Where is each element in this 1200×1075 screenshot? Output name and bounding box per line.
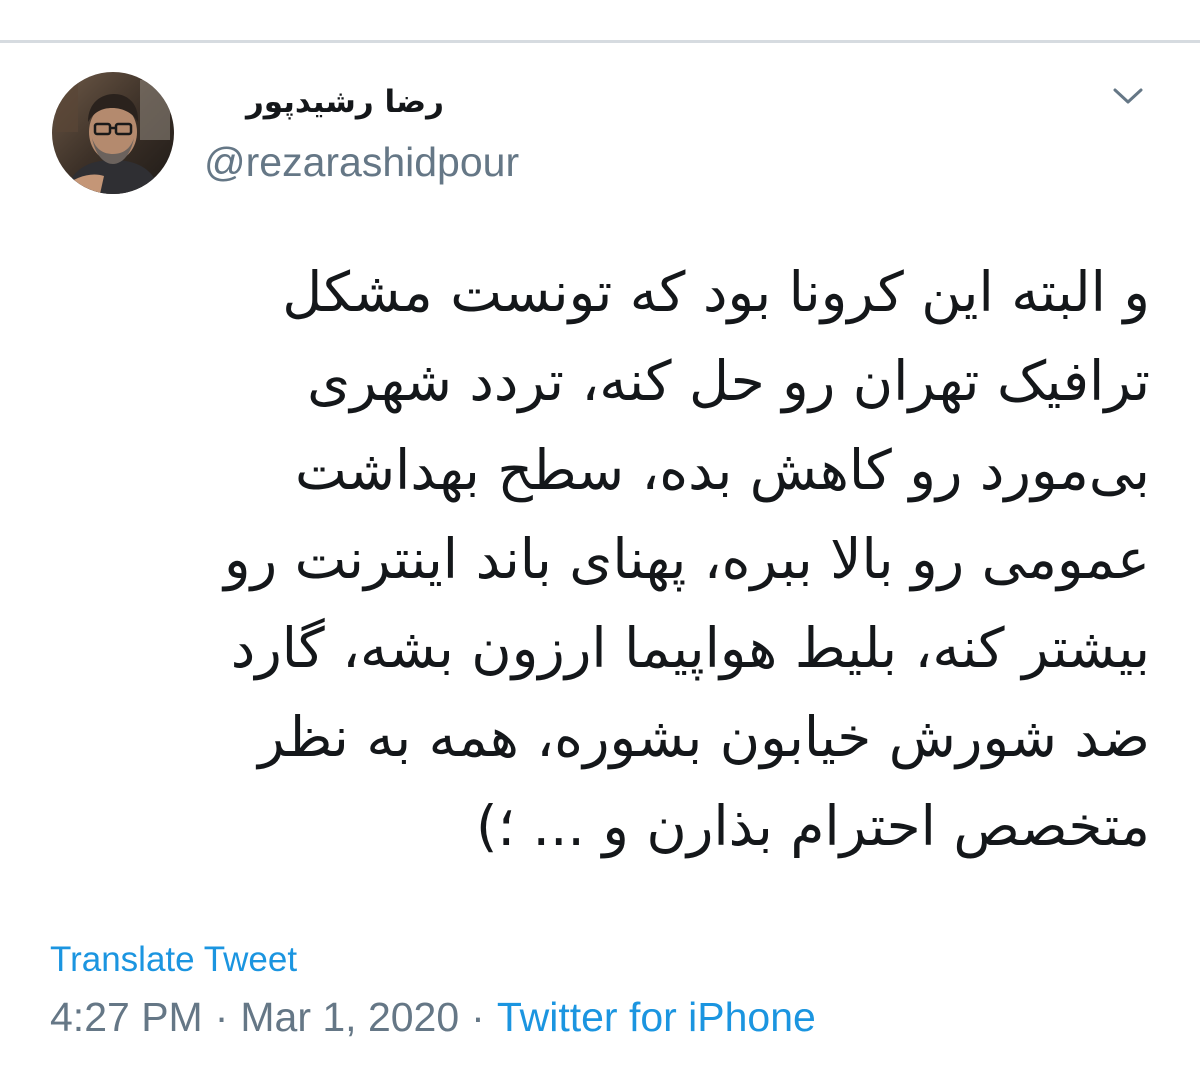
tweet-date[interactable]: Mar 1, 2020 [240,994,459,1040]
tweet-text-line: ترافیک تهران رو حل کنه، تردد شهری [307,349,1150,413]
author-display-name[interactable]: رضا رشیدپور [204,82,444,122]
tweet-text-line: بی‌مورد رو کاهش بده، سطح بهداشت [294,438,1150,502]
tweet-metadata: 4:27 PM · Mar 1, 2020 · Twitter for iPhone [50,992,816,1042]
tweet-menu-button[interactable] [1104,76,1152,116]
tweet-text-line: ضد شورش خیابون بشوره، همه به نظر [258,705,1150,769]
author-handle[interactable]: @rezarashidpour [204,138,519,186]
tweet-text-line: و البته این کرونا بود که تونست مشکل [282,260,1150,324]
separator: · [214,994,229,1040]
avatar[interactable] [52,72,174,194]
tweet-source-link[interactable]: Twitter for iPhone [497,994,816,1040]
translate-tweet-link[interactable]: Translate Tweet [50,940,297,980]
tweet-text-line: عمومی رو بالا ببره، پهنای باند اینترنت ر… [224,527,1150,591]
tweet-text: و البته این کرونا بود که تونست مشکل تراف… [60,248,1150,871]
separator: · [471,994,485,1040]
tweet-text-line: بیشتر کنه، بلیط هواپیما ارزون بشه، گارد [230,616,1150,680]
chevron-down-icon [1113,88,1143,104]
tweet-time[interactable]: 4:27 PM [50,994,203,1040]
top-divider [0,40,1200,43]
tweet-card: رضا رشیدپور @rezarashidpour و البته این … [0,0,1200,1075]
tweet-text-line: متخصص احترام بذارن و ... ؛) [476,794,1150,858]
